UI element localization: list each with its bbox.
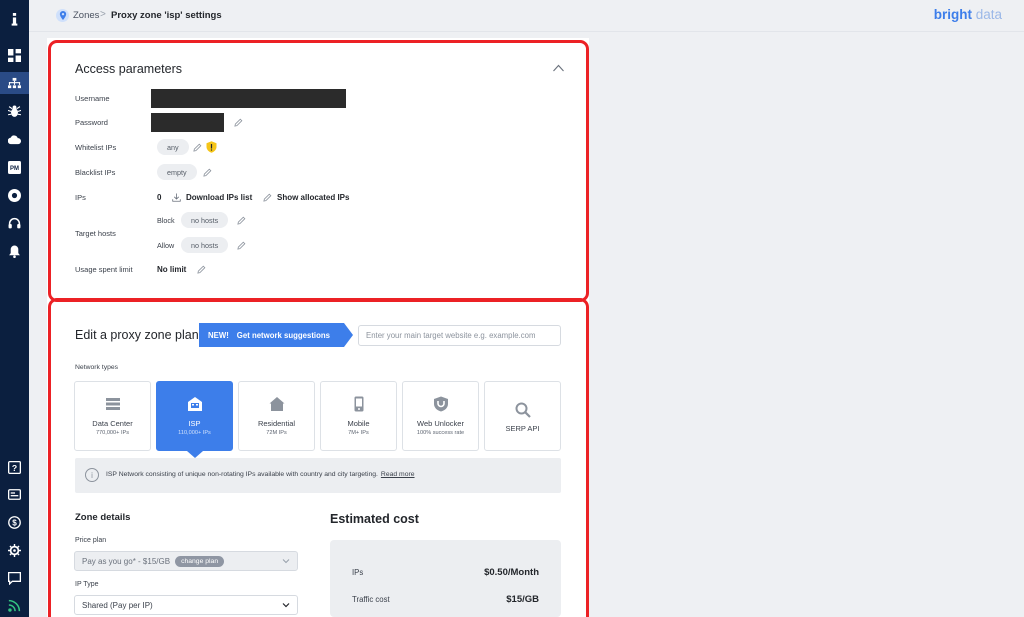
svg-text:?: ? — [12, 462, 17, 472]
breadcrumb-zones-link[interactable]: Zones — [73, 10, 99, 21]
svg-text:$: $ — [12, 518, 17, 527]
chat-icon[interactable] — [0, 567, 29, 589]
support-headset-icon[interactable] — [0, 212, 29, 234]
plan-highlight — [48, 298, 589, 617]
scraper-bug-icon[interactable] — [0, 100, 29, 122]
notifications-bell-icon[interactable] — [0, 240, 29, 262]
help-docs-icon[interactable]: ? — [0, 456, 29, 478]
top-bar: Zones > Proxy zone 'isp' settings bright… — [29, 0, 1024, 32]
access-parameters-highlight — [48, 40, 589, 302]
settings-gear-icon[interactable] — [0, 539, 29, 561]
zone-pin-icon — [56, 9, 69, 22]
proxy-manager-icon[interactable]: PM — [0, 156, 29, 178]
billing-card-icon[interactable] — [0, 483, 29, 505]
payments-dollar-icon[interactable]: $ — [0, 511, 29, 533]
svg-text:PM: PM — [10, 166, 19, 172]
datasets-cloud-icon[interactable] — [0, 128, 29, 150]
browser-extension-icon[interactable] — [0, 184, 29, 206]
proxies-network-icon[interactable] — [0, 72, 29, 94]
sidebar: PM ? $ — [0, 0, 29, 617]
breadcrumb-current: Proxy zone 'isp' settings — [111, 10, 222, 21]
info-icon[interactable] — [0, 8, 29, 30]
dashboard-icon[interactable] — [0, 44, 29, 66]
breadcrumb-separator-icon: > — [100, 9, 106, 20]
bright-data-logo[interactable]: bright data — [934, 7, 1002, 22]
status-feed-icon[interactable] — [0, 594, 29, 616]
